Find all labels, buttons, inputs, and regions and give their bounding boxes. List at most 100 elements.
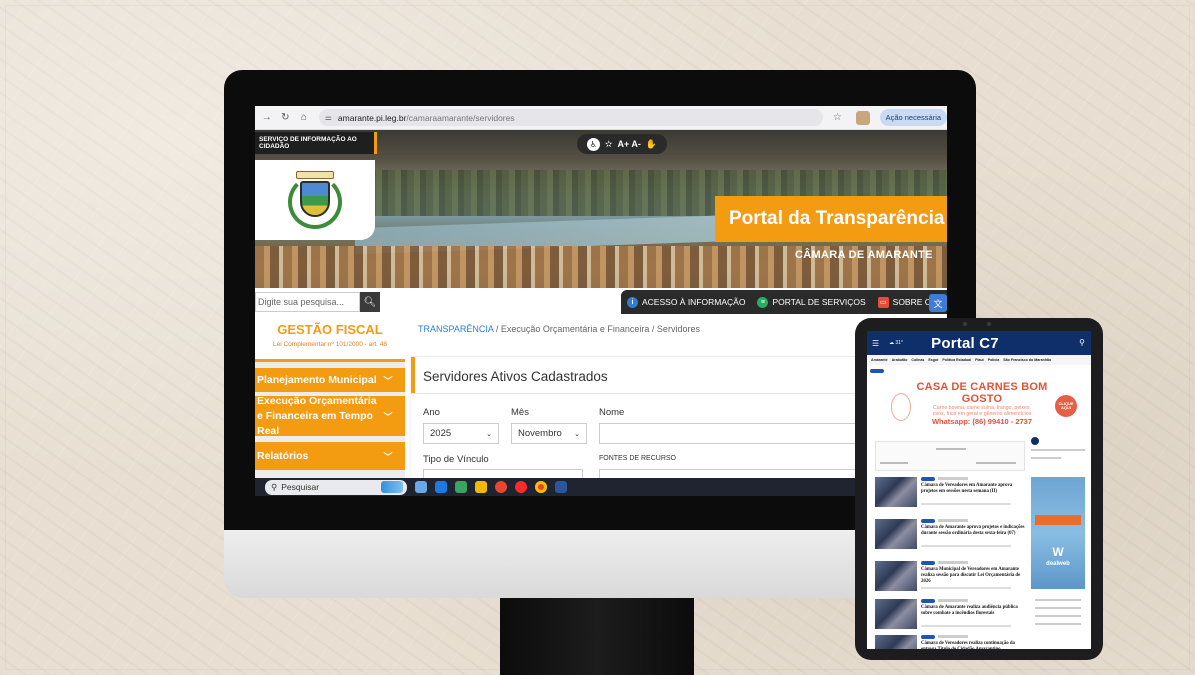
search-highlight-icon [381, 480, 403, 493]
weather-icon: ☁ 31° [889, 340, 903, 346]
news-headline[interactable]: Câmara de Vereadores realiza continuação… [921, 641, 1025, 649]
info-icon: i [627, 296, 638, 308]
ticker-tag [870, 369, 885, 373]
news-item[interactable]: Câmara de Vereadores realiza continuação… [875, 635, 1025, 649]
nav-item[interactable]: Arabutão [892, 358, 908, 362]
word-icon[interactable] [555, 481, 567, 493]
nome-input[interactable] [599, 423, 871, 444]
breadcrumb-transparencia[interactable]: TRANSPARÊNCIA [418, 324, 493, 334]
dealweb-logo-icon: W [1052, 545, 1064, 559]
url-bar[interactable]: ⚌ amarante.pi.leg.br/camaraamarante/serv… [318, 109, 824, 126]
nav-item[interactable]: Polícia [988, 358, 1000, 362]
ano-label: Ano [423, 407, 440, 418]
widgets-icon[interactable] [415, 481, 427, 493]
contrast-icon[interactable]: ✫ [605, 139, 613, 150]
search-button[interactable]: 🔍︎ [360, 292, 380, 312]
extension-icon[interactable] [856, 110, 870, 125]
forward-icon[interactable]: → [260, 112, 274, 123]
news-category-badge [921, 519, 935, 523]
quick-links-bar: i ACESSO À INFORMAÇÃO ≡ PORTAL DE SERVIÇ… [621, 290, 947, 314]
search-icon: 🔍︎ [363, 296, 377, 308]
quick-link-acesso-informacao[interactable]: i ACESSO À INFORMAÇÃO [627, 296, 746, 308]
nav-item[interactable]: Colinas [911, 358, 924, 362]
sidebar-item-label: Planejamento Municipal [257, 373, 377, 386]
news-category-badge [921, 635, 935, 639]
menu-icon[interactable]: ☰ [872, 339, 879, 348]
tablet-device: ☰ ☁ 31° Portal C7 ⚲ Amarante Arabutão Co… [855, 318, 1103, 660]
news-category-badge [921, 599, 935, 603]
site-settings-icon[interactable]: ⚌ [325, 113, 332, 122]
news-filter-panel [875, 441, 1025, 471]
news-headline[interactable]: Câmara Municipal de Vereadores em Amaran… [921, 567, 1025, 585]
quick-link-portal-servicos[interactable]: ≡ PORTAL DE SERVIÇOS [757, 296, 866, 308]
font-size-controls[interactable]: A+ A- [617, 139, 640, 149]
gestao-fiscal-box[interactable]: GESTÃO FISCAL Lei Complementar nº 101/20… [255, 318, 405, 362]
reload-icon[interactable]: ↻ [279, 112, 293, 123]
ano-select[interactable]: 2025 ⌄ [423, 423, 499, 444]
news-thumbnail [875, 477, 917, 507]
news-thumbnail [875, 561, 917, 591]
portal-c7-logo[interactable]: Portal C7 [931, 335, 999, 352]
chevron-down-icon: ⌄ [486, 430, 492, 438]
tablet-screen: ☰ ☁ 31° Portal C7 ⚲ Amarante Arabutão Co… [867, 331, 1091, 649]
news-category-badge [921, 477, 935, 481]
news-headline[interactable]: Câmara de Vereadores em Amarante aprova … [921, 483, 1025, 495]
mes-select[interactable]: Novembro ⌄ [511, 423, 587, 444]
sidebar-item-label: Execução Orçamentária e Financeira em Te… [257, 394, 377, 437]
news-item[interactable]: Câmara de Amarante aprova projetos e ind… [875, 519, 1025, 553]
sic-link[interactable]: SERVIÇO DE INFORMAÇÃO AO CIDADÃO [255, 132, 377, 154]
sidebar-item-planejamento[interactable]: Planejamento Municipal ﹀ [255, 368, 405, 392]
monitor-stand [500, 598, 694, 675]
mes-value: Novembro [518, 428, 562, 439]
nav-item[interactable]: Esgot [928, 358, 938, 362]
translate-icon[interactable]: 文 [929, 294, 947, 312]
edge-icon[interactable] [435, 481, 447, 493]
action-required-button[interactable]: Ação necessária [879, 109, 947, 126]
news-item[interactable]: Câmara Municipal de Vereadores em Amaran… [875, 561, 1025, 595]
nav-item[interactable]: Amarante [871, 358, 888, 362]
chrome-icon[interactable] [535, 481, 547, 493]
tablet-camera [963, 322, 991, 326]
card-title: Servidores Ativos Cadastrados [423, 369, 608, 384]
sidebar-item-execucao[interactable]: Execução Orçamentária e Financeira em Te… [255, 394, 405, 437]
monitor-screen: → ↻ ⌂ ⚌ amarante.pi.leg.br/camaraamarant… [255, 106, 947, 496]
taskbar-search-label: Pesquisar [281, 482, 320, 492]
file-explorer-icon[interactable] [475, 481, 487, 493]
breadcrumb-rest: / Execução Orçamentária e Financeira / S… [493, 324, 700, 334]
news-category-badge [921, 561, 935, 565]
nome-label: Nome [599, 407, 625, 418]
chevron-down-icon: ⌄ [574, 430, 580, 438]
opera-icon[interactable] [515, 481, 527, 493]
ad-casa-de-carnes[interactable]: CASA DE CARNES BOM GOSTO Carne bovina, c… [891, 381, 1077, 431]
sign-language-icon[interactable]: ✋ [646, 139, 657, 150]
taskbar-search[interactable]: ⚲ Pesquisar [265, 479, 407, 495]
bookmark-star-icon[interactable]: ☆ [833, 112, 842, 123]
search-icon: ⚲ [271, 481, 278, 492]
sidebar-ad[interactable]: W dealweb [1031, 477, 1085, 589]
accessibility-bar: ♿ ✫ A+ A- ✋ [577, 134, 667, 154]
chevron-down-icon: ﹀ [383, 411, 393, 422]
firefox-icon[interactable] [495, 481, 507, 493]
nav-item[interactable]: Piauí [975, 358, 984, 362]
news-ticker [867, 367, 1091, 375]
news-headline[interactable]: Câmara de Amarante realiza audiência púb… [921, 605, 1025, 617]
quick-link-label: ACESSO À INFORMAÇÃO [642, 297, 746, 307]
news-headline[interactable]: Câmara de Amarante aprova projetos e ind… [921, 525, 1025, 537]
news-item[interactable]: Câmara de Amarante realiza audiência púb… [875, 599, 1025, 633]
browser-toolbar: → ↻ ⌂ ⚌ amarante.pi.leg.br/camaraamarant… [255, 106, 947, 130]
servidores-card: Servidores Ativos Cadastrados Ano 2025 ⌄ … [411, 356, 871, 490]
home-icon[interactable]: ⌂ [297, 112, 311, 123]
news-item[interactable]: Câmara de Vereadores em Amarante aprova … [875, 477, 1025, 511]
nav-item[interactable]: Política Estadual [942, 358, 971, 362]
ad-banner [1035, 515, 1081, 525]
ano-value: 2025 [430, 428, 452, 439]
accessibility-icon[interactable]: ♿ [586, 137, 600, 151]
nav-item[interactable]: São Francisco do Maranhão [1003, 358, 1051, 362]
ad-click-button[interactable]: CLIQUE AQUI [1055, 395, 1077, 417]
sidebar-item-relatorios[interactable]: Relatórios ﹀ [255, 442, 405, 470]
camara-logo[interactable] [255, 160, 375, 240]
site-search-input[interactable]: Digite sua pesquisa... [255, 292, 360, 312]
store-icon[interactable] [455, 481, 467, 493]
windows-taskbar: ⚲ Pesquisar ⌃ ▢ ◉ [255, 478, 947, 496]
search-icon[interactable]: ⚲ [1079, 338, 1085, 347]
